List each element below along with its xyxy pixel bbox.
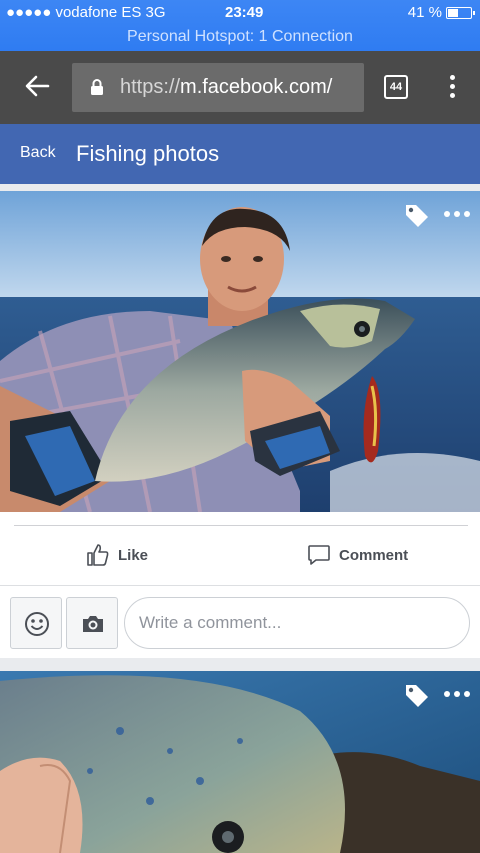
camera-button[interactable]: [66, 597, 118, 649]
url-host: m.facebook.com/: [180, 76, 333, 98]
more-icon[interactable]: [444, 691, 472, 699]
comment-icon: [308, 545, 330, 565]
menu-dots-icon[interactable]: [448, 75, 456, 101]
battery-fill: [448, 8, 458, 17]
camera-icon: [83, 616, 103, 632]
tag-icon[interactable]: [404, 203, 430, 229]
url-text[interactable]: https://m.facebook.com/: [120, 76, 332, 99]
page-header: Back Fishing photos: [0, 124, 480, 184]
comment-button[interactable]: Comment: [307, 540, 408, 570]
post-photo[interactable]: [0, 191, 480, 512]
battery-icon: [446, 6, 475, 19]
url-scheme: https://: [120, 76, 181, 98]
lock-icon: [91, 79, 103, 95]
emoji-button[interactable]: [10, 597, 62, 649]
hotspot-banner[interactable]: Personal Hotspot: 1 Connection: [0, 28, 480, 46]
tabs-button[interactable]: 44: [384, 75, 408, 99]
photo-post: Like Comment: [0, 191, 480, 658]
more-icon[interactable]: [444, 211, 472, 219]
like-label: Like: [118, 546, 149, 564]
back-arrow-icon[interactable]: [24, 73, 50, 99]
photo-post: [0, 671, 480, 853]
divider: [0, 585, 480, 586]
clock: 23:49: [225, 4, 264, 21]
battery-indicator: 41 %: [407, 4, 475, 21]
like-icon: [87, 544, 109, 566]
status-bar: ●●●●● vodafone ES 3G 23:49 41 % Personal…: [0, 0, 480, 51]
tag-icon[interactable]: [404, 683, 430, 709]
comment-label: Comment: [339, 546, 409, 564]
like-button[interactable]: Like: [86, 540, 148, 570]
post-photo[interactable]: [0, 671, 480, 853]
emoji-icon: [25, 612, 49, 636]
address-bar[interactable]: https://m.facebook.com/: [72, 63, 364, 112]
page-title: Fishing photos: [76, 141, 220, 166]
carrier-label: ●●●●● vodafone ES 3G: [6, 4, 166, 21]
comment-input[interactable]: [124, 597, 470, 649]
battery-percent: 41 %: [407, 4, 442, 21]
fisherman-photo: [0, 191, 480, 512]
browser-toolbar: https://m.facebook.com/ 44: [0, 51, 480, 124]
back-link[interactable]: Back: [20, 144, 56, 162]
divider: [14, 525, 468, 526]
